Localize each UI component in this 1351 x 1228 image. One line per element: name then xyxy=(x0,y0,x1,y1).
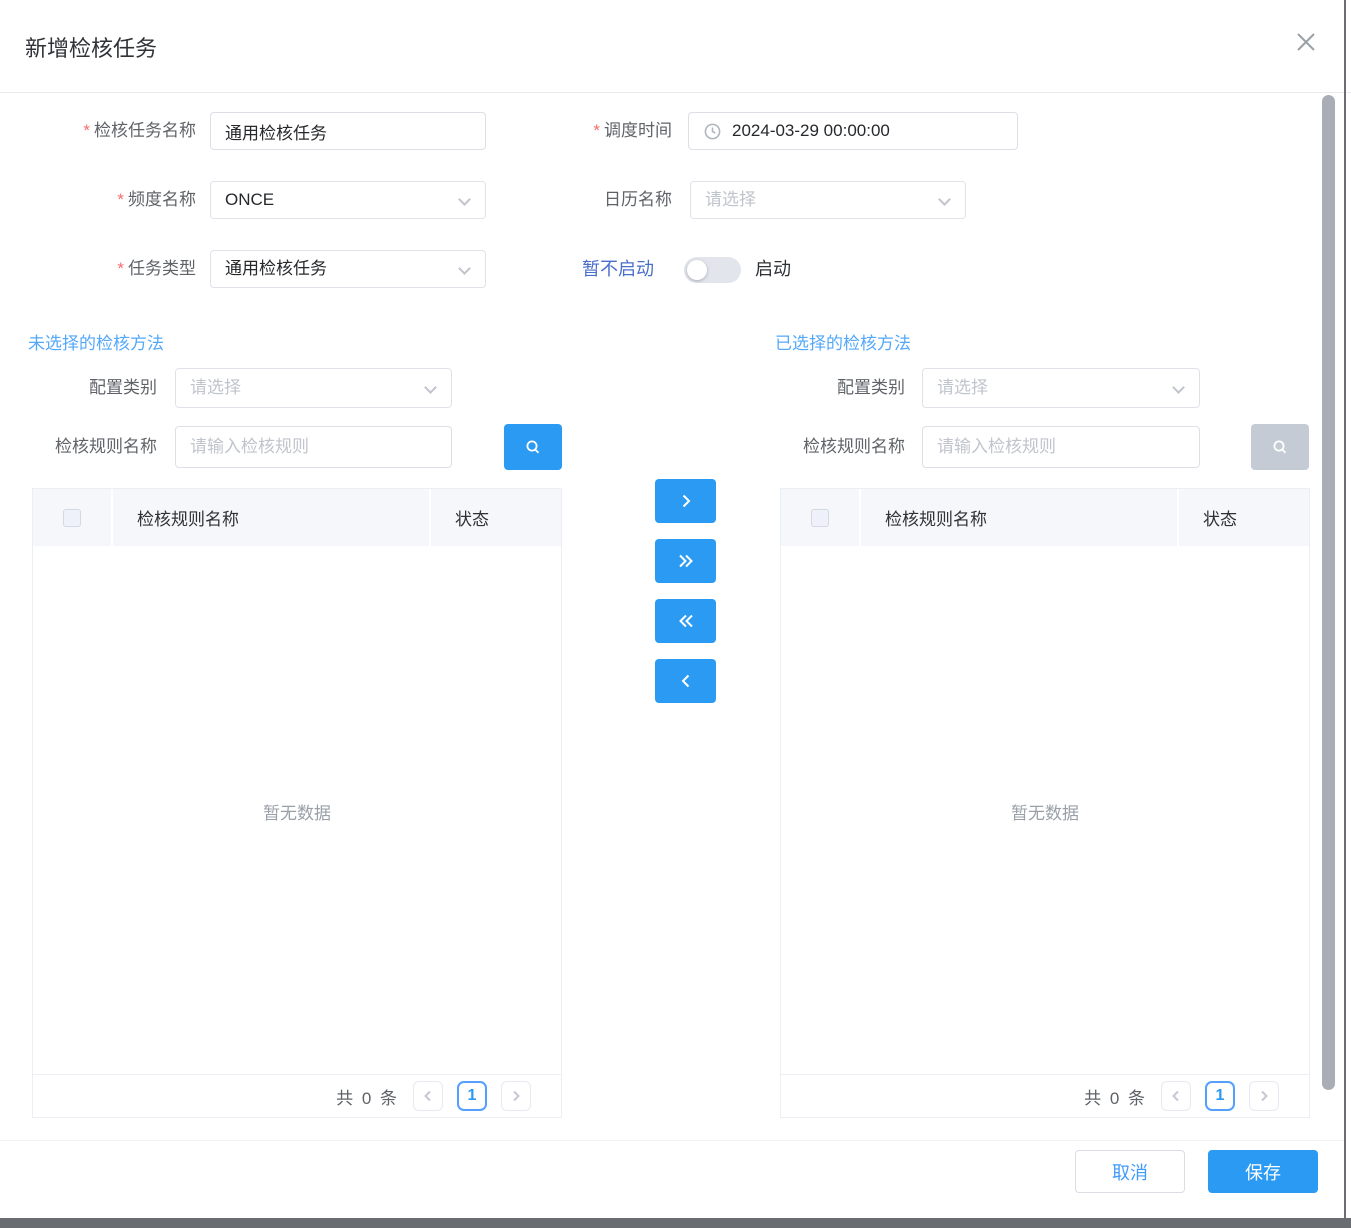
prev-page-button[interactable] xyxy=(413,1081,443,1111)
search-icon xyxy=(1273,440,1287,454)
pagination: 共 0 条 1 xyxy=(781,1074,1309,1117)
header-checkbox-cell xyxy=(781,489,861,546)
total-count: 共 0 条 xyxy=(336,1088,399,1108)
window-bottom-bar xyxy=(0,1218,1351,1228)
selected-category-label: 配置类别 xyxy=(837,378,905,397)
selected-category-select[interactable]: 请选择 xyxy=(922,368,1200,408)
pagination: 共 0 条 1 xyxy=(33,1074,561,1117)
column-status: 状态 xyxy=(455,510,489,529)
search-icon xyxy=(526,440,540,454)
task-name-label: * 检核任务名称 xyxy=(83,121,196,140)
selected-rule-label: 检核规则名称 xyxy=(803,437,905,456)
next-page-button[interactable] xyxy=(501,1081,531,1111)
dialog-title: 新增检核任务 xyxy=(25,36,158,61)
column-rule-name: 检核规则名称 xyxy=(113,489,431,546)
selected-section-title: 已选择的检核方法 xyxy=(775,334,911,353)
unselected-rules-table: 检核规则名称 状态 暂无数据 共 0 条 1 xyxy=(32,488,562,1118)
prev-page-button[interactable] xyxy=(1161,1081,1191,1111)
total-count: 共 0 条 xyxy=(1084,1088,1147,1108)
table-header: 检核规则名称 状态 xyxy=(781,489,1309,546)
cancel-button[interactable]: 取消 xyxy=(1075,1150,1185,1193)
current-page-button[interactable]: 1 xyxy=(1205,1081,1235,1111)
unselected-category-select[interactable]: 请选择 xyxy=(175,368,452,408)
required-asterisk: * xyxy=(83,121,90,140)
required-asterisk: * xyxy=(117,190,124,209)
empty-state-text: 暂无数据 xyxy=(263,803,331,823)
header-checkbox-cell xyxy=(33,489,113,546)
task-type-label: * 任务类型 xyxy=(117,259,196,278)
task-name-input[interactable] xyxy=(210,112,486,150)
column-status: 状态 xyxy=(1203,510,1237,529)
schedule-time-label: * 调度时间 xyxy=(593,121,672,140)
window-edge xyxy=(1344,0,1346,1228)
select-all-checkbox[interactable] xyxy=(811,508,829,527)
chevron-right-icon xyxy=(682,494,690,508)
selected-rules-table: 检核规则名称 状态 暂无数据 共 0 条 1 xyxy=(780,488,1310,1118)
selected-search-button[interactable] xyxy=(1251,424,1309,470)
launch-toggle[interactable] xyxy=(684,257,741,283)
table-body: 暂无数据 xyxy=(781,546,1309,1076)
table-body: 暂无数据 xyxy=(33,546,561,1076)
required-asterisk: * xyxy=(593,121,600,140)
chevron-right-icon xyxy=(513,1090,520,1102)
launch-off-label[interactable]: 暂不启动 xyxy=(582,250,654,288)
chevron-down-icon xyxy=(1172,381,1185,394)
schedule-time-input[interactable]: 2024-03-29 00:00:00 xyxy=(688,112,1018,150)
unselected-search-button[interactable] xyxy=(504,424,562,470)
chevron-down-icon xyxy=(458,193,471,206)
save-button[interactable]: 保存 xyxy=(1208,1150,1318,1193)
task-type-select[interactable]: 通用检核任务 xyxy=(210,250,486,288)
double-chevron-right-icon xyxy=(678,554,693,568)
unselected-rule-input[interactable] xyxy=(175,426,452,468)
unselected-section-title: 未选择的检核方法 xyxy=(28,334,164,353)
launch-on-label: 启动 xyxy=(755,259,791,279)
footer-divider xyxy=(0,1140,1344,1141)
clock-icon xyxy=(704,123,721,139)
frequency-label: * 频度名称 xyxy=(117,190,196,209)
next-page-button[interactable] xyxy=(1249,1081,1279,1111)
move-right-button[interactable] xyxy=(655,479,716,523)
chevron-left-icon xyxy=(424,1090,431,1102)
vertical-scrollbar[interactable] xyxy=(1322,95,1335,1090)
chevron-left-icon xyxy=(681,674,689,688)
chevron-left-icon xyxy=(1172,1090,1179,1102)
move-all-right-button[interactable] xyxy=(655,539,716,583)
double-chevron-left-icon xyxy=(678,614,693,628)
add-check-task-dialog: 新增检核任务 *检核任务名称 *调度时间 2024-03-29 00:00:00… xyxy=(0,0,1351,1228)
toggle-knob xyxy=(687,260,707,280)
column-rule-name: 检核规则名称 xyxy=(861,489,1179,546)
unselected-rule-label: 检核规则名称 xyxy=(55,437,157,456)
chevron-right-icon xyxy=(1261,1090,1268,1102)
header-divider xyxy=(0,92,1351,93)
required-asterisk: * xyxy=(117,259,124,278)
chevron-down-icon xyxy=(938,193,951,206)
chevron-down-icon xyxy=(458,262,471,275)
calendar-select[interactable]: 请选择 xyxy=(690,181,966,219)
unselected-category-label: 配置类别 xyxy=(89,378,157,397)
move-all-left-button[interactable] xyxy=(655,599,716,643)
calendar-label: 日历名称 xyxy=(604,190,672,209)
table-header: 检核规则名称 状态 xyxy=(33,489,561,546)
current-page-button[interactable]: 1 xyxy=(457,1081,487,1111)
select-all-checkbox[interactable] xyxy=(63,508,81,527)
close-icon[interactable] xyxy=(1288,24,1324,60)
selected-rule-input[interactable] xyxy=(922,426,1200,468)
frequency-select[interactable]: ONCE xyxy=(210,181,486,219)
empty-state-text: 暂无数据 xyxy=(1011,803,1079,823)
chevron-down-icon xyxy=(424,381,437,394)
move-left-button[interactable] xyxy=(655,659,716,703)
